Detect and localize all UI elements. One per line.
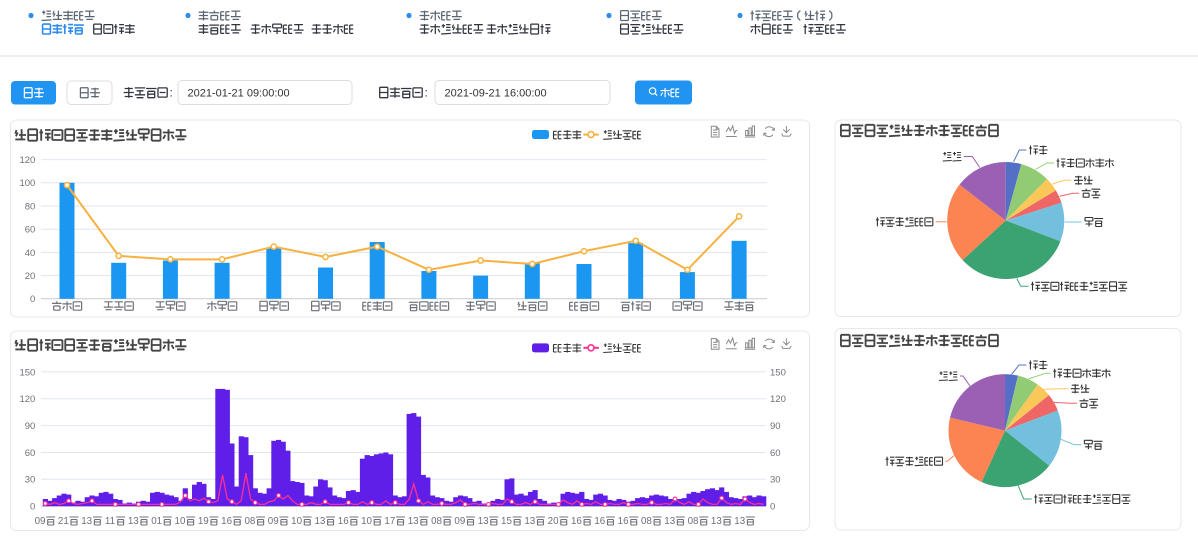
svg-text::: :	[170, 86, 173, 100]
svg-text:30: 30	[25, 475, 36, 486]
svg-text:09: 09	[268, 516, 279, 527]
svg-text:60: 60	[25, 448, 36, 459]
svg-text:16: 16	[571, 516, 582, 527]
svg-text:21: 21	[58, 516, 69, 527]
svg-text:13: 13	[478, 516, 489, 527]
svg-text:10: 10	[291, 516, 302, 527]
svg-text:13: 13	[128, 516, 139, 527]
svg-text:150: 150	[770, 367, 786, 378]
svg-text:13: 13	[664, 516, 675, 527]
svg-text:13: 13	[314, 516, 325, 527]
svg-text:17: 17	[384, 516, 395, 527]
svg-text:13: 13	[81, 516, 92, 527]
svg-text:01: 01	[151, 516, 162, 527]
svg-text:60: 60	[770, 448, 781, 459]
svg-text:120: 120	[19, 155, 35, 166]
svg-text:08: 08	[688, 516, 699, 527]
svg-text:0: 0	[30, 294, 35, 305]
svg-text:10: 10	[361, 516, 372, 527]
svg-text:100: 100	[19, 178, 35, 189]
svg-text:16: 16	[338, 516, 349, 527]
svg-text:0: 0	[770, 502, 775, 513]
svg-text:40: 40	[25, 248, 36, 259]
svg-text:2021-09-21 16:00:00: 2021-09-21 16:00:00	[445, 87, 547, 99]
svg-text:2021-01-21 09:00:00: 2021-01-21 09:00:00	[188, 87, 290, 99]
svg-text:09: 09	[454, 516, 465, 527]
svg-text:30: 30	[770, 475, 781, 486]
svg-text:60: 60	[25, 225, 36, 236]
svg-text:09: 09	[35, 516, 46, 527]
svg-text::: :	[425, 86, 428, 100]
svg-text:80: 80	[25, 201, 36, 212]
svg-text:13: 13	[524, 516, 535, 527]
svg-text:0: 0	[30, 502, 35, 513]
svg-text:13: 13	[734, 516, 745, 527]
svg-text:08: 08	[431, 516, 442, 527]
svg-text:11: 11	[105, 516, 115, 527]
svg-text:13: 13	[408, 516, 419, 527]
svg-text:20: 20	[25, 271, 36, 282]
svg-text:19: 19	[198, 516, 209, 527]
svg-text:120: 120	[770, 394, 786, 405]
svg-text:08: 08	[641, 516, 652, 527]
svg-text:150: 150	[19, 367, 35, 378]
svg-text:13: 13	[711, 516, 722, 527]
svg-text:16: 16	[618, 516, 629, 527]
svg-text:90: 90	[770, 421, 781, 432]
svg-text:08: 08	[244, 516, 255, 527]
svg-text:16: 16	[221, 516, 232, 527]
svg-text:16: 16	[594, 516, 605, 527]
svg-text:120: 120	[19, 394, 35, 405]
svg-text:90: 90	[25, 421, 36, 432]
svg-text:10: 10	[175, 516, 186, 527]
svg-text:15: 15	[501, 516, 512, 527]
svg-text:20: 20	[548, 516, 559, 527]
